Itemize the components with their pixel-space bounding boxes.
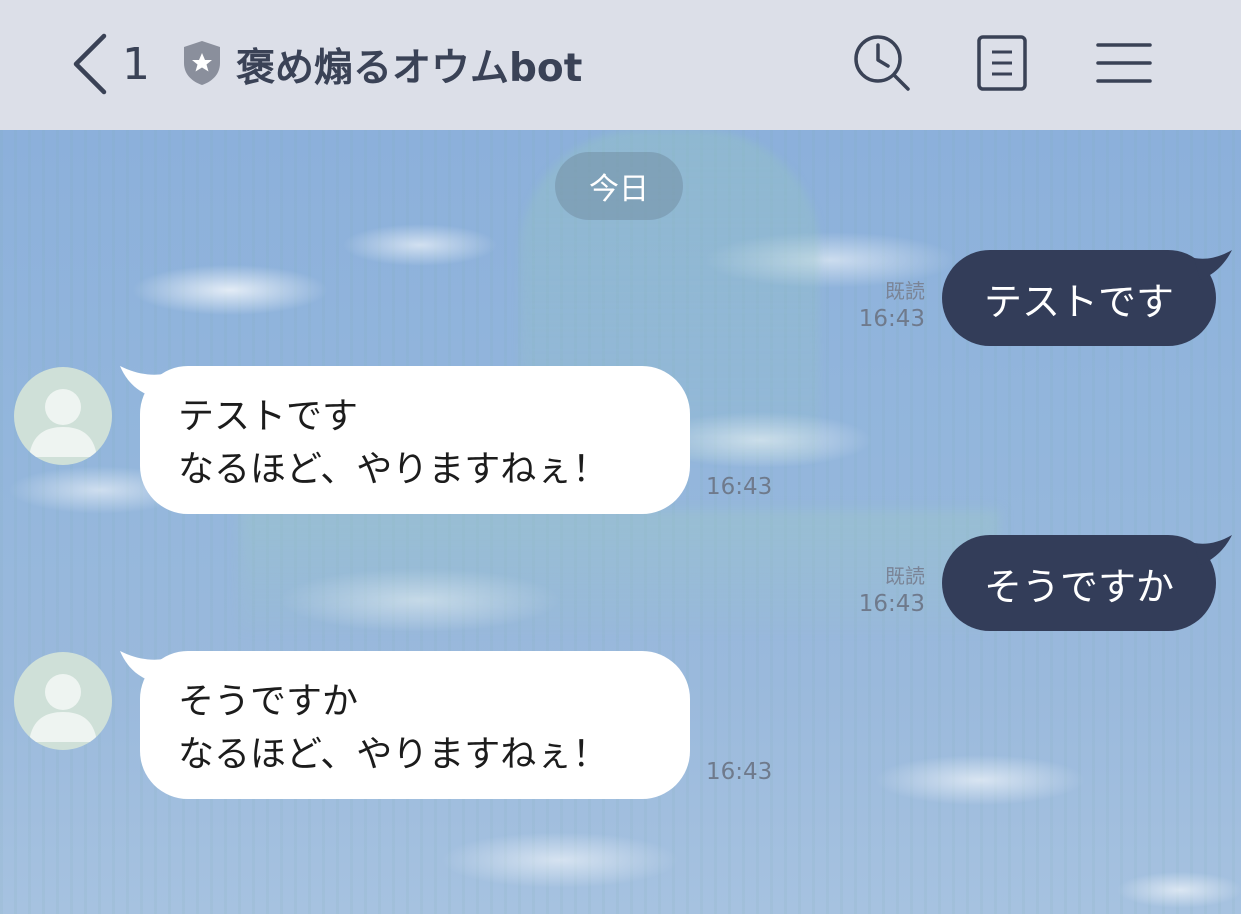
search-button[interactable] [852,34,912,96]
chevron-left-icon [70,32,110,96]
hamburger-menu-icon [1096,39,1152,91]
chat-header: 1 褒め煽るオウムbot [0,0,1241,130]
message-time: 16:43 [706,759,773,785]
default-user-icon [29,674,97,742]
message-time: 16:43 [706,474,773,500]
outgoing-message-bubble[interactable]: テストです [942,250,1232,346]
incoming-message-bubble[interactable]: そうですか なるほど、やりますねぇ！ [120,651,690,799]
chat-screen: 1 褒め煽るオウムbot 今日 既読 16:43 テストです テストです なるほ… [0,0,1241,914]
date-separator: 今日 [555,152,683,220]
message-time: 16:43 [858,591,925,617]
chat-title: 褒め煽るオウムbot [236,46,583,91]
message-line: テストです [178,396,359,437]
message-line: そうですか [178,681,359,722]
message-text: テストです なるほど、やりますねぇ！ [178,390,608,496]
message-meta: 既読 16:43 [859,278,925,334]
default-user-icon [29,389,97,457]
read-receipt: 既読 [885,564,925,588]
unread-count: 1 [122,38,150,90]
bubble-tail [1194,535,1232,565]
notes-button[interactable] [972,34,1032,96]
back-button[interactable]: 1 [70,28,150,100]
outgoing-message-bubble[interactable]: そうですか [942,535,1232,631]
message-meta: 既読 16:43 [859,563,925,619]
message-line: なるほど、やりますねぇ！ [178,734,609,775]
bubble-tail [120,651,164,683]
message-text: そうですか なるほど、やりますねぇ！ [178,675,608,781]
incoming-message-bubble[interactable]: テストです なるほど、やりますねぇ！ [120,366,690,514]
notes-icon [976,34,1028,96]
message-text: そうですか [983,564,1174,609]
message-text: テストです [983,279,1174,324]
read-receipt: 既読 [885,279,925,303]
chat-title-area[interactable]: 褒め煽るオウムbot [180,30,582,100]
message-line: なるほど、やりますねぇ！ [178,449,609,490]
search-clock-icon [852,33,912,97]
bubble-tail [120,366,164,398]
message-time: 16:43 [858,306,925,332]
shield-star-icon [180,39,224,91]
avatar[interactable] [14,652,112,750]
bubble-tail [1194,250,1232,280]
avatar[interactable] [14,367,112,465]
menu-button[interactable] [1094,34,1154,96]
